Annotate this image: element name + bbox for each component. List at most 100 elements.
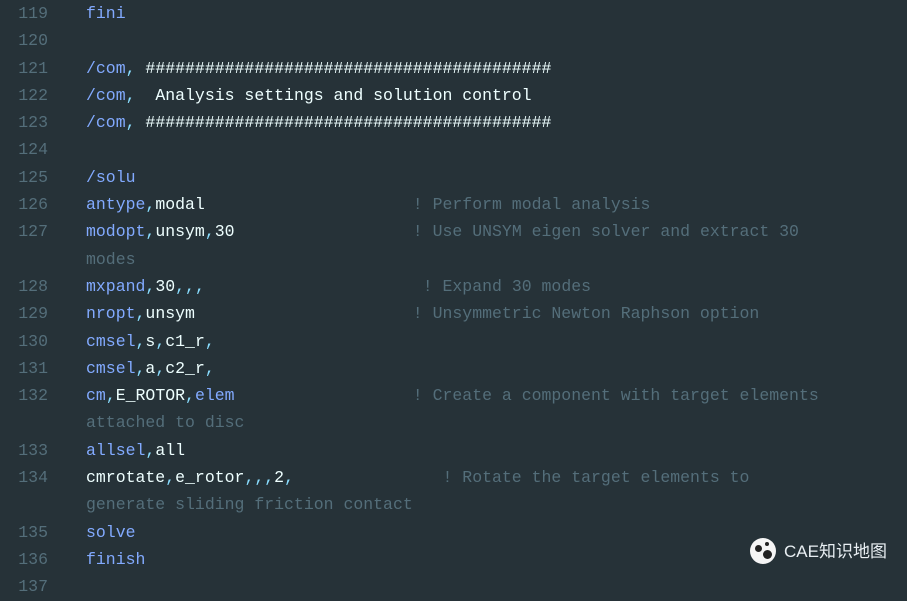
code-line[interactable] xyxy=(86,136,907,163)
line-number: 137 xyxy=(0,573,48,600)
token: finish xyxy=(86,550,145,569)
line-number: 133 xyxy=(0,437,48,464)
line-number: 126 xyxy=(0,191,48,218)
token: unsym xyxy=(145,304,195,323)
token: cmsel xyxy=(86,332,136,351)
code-line[interactable]: modes xyxy=(86,246,907,273)
code-line[interactable]: generate sliding friction contact xyxy=(86,491,907,518)
token: generate sliding friction contact xyxy=(86,495,413,514)
token xyxy=(235,386,413,405)
token: , xyxy=(126,59,136,78)
token: /com xyxy=(86,113,126,132)
code-line[interactable]: fini xyxy=(86,0,907,27)
token: E_ROTOR xyxy=(116,386,185,405)
line-number: 123 xyxy=(0,109,48,136)
line-number: 128 xyxy=(0,273,48,300)
code-line[interactable]: nropt,unsym ! Unsymmetric Newton Raphson… xyxy=(86,300,907,327)
token: 30 xyxy=(155,277,175,296)
line-number: 125 xyxy=(0,164,48,191)
line-number: 122 xyxy=(0,82,48,109)
code-line[interactable]: /solu xyxy=(86,164,907,191)
token: modopt xyxy=(86,222,145,241)
line-number: 124 xyxy=(0,136,48,163)
token: ! Perform modal analysis xyxy=(413,195,651,214)
token: , xyxy=(136,332,146,351)
token: , xyxy=(106,386,116,405)
token: , xyxy=(145,195,155,214)
token xyxy=(205,277,423,296)
token: 2 xyxy=(274,468,284,487)
token: a xyxy=(145,359,155,378)
code-line[interactable]: /com, ##################################… xyxy=(86,55,907,82)
token: , xyxy=(205,222,215,241)
token: ########################################… xyxy=(136,59,552,78)
token: , xyxy=(145,441,155,460)
token: all xyxy=(155,441,185,460)
token: cmrotate xyxy=(86,468,165,487)
line-number: 134 xyxy=(0,464,48,491)
code-line[interactable]: allsel,all xyxy=(86,437,907,464)
code-line[interactable]: modopt,unsym,30 ! Use UNSYM eigen solver… xyxy=(86,218,907,245)
token: 30 xyxy=(215,222,235,241)
token: cmsel xyxy=(86,359,136,378)
token xyxy=(294,468,443,487)
line-number xyxy=(0,409,48,436)
token: , xyxy=(155,359,165,378)
token: , xyxy=(165,468,175,487)
token: , xyxy=(284,468,294,487)
line-number: 127 xyxy=(0,218,48,245)
code-line[interactable]: /com, Analysis settings and solution con… xyxy=(86,82,907,109)
code-line[interactable]: cm,E_ROTOR,elem ! Create a component wit… xyxy=(86,382,907,409)
token: s xyxy=(145,332,155,351)
code-line[interactable]: mxpand,30,,, ! Expand 30 modes xyxy=(86,273,907,300)
line-number: 135 xyxy=(0,519,48,546)
line-number: 130 xyxy=(0,328,48,355)
token: ! Unsymmetric Newton Raphson option xyxy=(413,304,760,323)
token: fini xyxy=(86,4,126,23)
token: ! Use UNSYM eigen solver and extract 30 xyxy=(413,222,809,241)
token: mxpand xyxy=(86,277,145,296)
line-number: 120 xyxy=(0,27,48,54)
token: , xyxy=(185,386,195,405)
token: , xyxy=(136,359,146,378)
code-line[interactable]: attached to disc xyxy=(86,409,907,436)
token: solve xyxy=(86,523,136,542)
token: , xyxy=(126,86,136,105)
token xyxy=(205,195,413,214)
code-line[interactable] xyxy=(86,27,907,54)
watermark-text: CAE知识地图 xyxy=(784,538,887,565)
token: , xyxy=(205,332,215,351)
token: /com xyxy=(86,86,126,105)
code-editor[interactable]: 1191201211221231241251261271281291301311… xyxy=(0,0,907,593)
code-line[interactable]: cmsel,s,c1_r, xyxy=(86,328,907,355)
token: c2_r xyxy=(165,359,205,378)
watermark: CAE知识地图 xyxy=(750,538,887,565)
token: ! Create a component with target element… xyxy=(413,386,829,405)
token: , xyxy=(205,359,215,378)
token: ,,, xyxy=(175,277,205,296)
token: modal xyxy=(155,195,205,214)
code-line[interactable]: cmsel,a,c2_r, xyxy=(86,355,907,382)
line-number: 121 xyxy=(0,55,48,82)
code-line[interactable]: cmrotate,e_rotor,,,2, ! Rotate the targe… xyxy=(86,464,907,491)
token: , xyxy=(145,222,155,241)
line-number-gutter: 1191201211221231241251261271281291301311… xyxy=(0,0,62,593)
code-line[interactable]: antype,modal ! Perform modal analysis xyxy=(86,191,907,218)
token: e_rotor xyxy=(175,468,244,487)
code-line[interactable] xyxy=(86,573,907,600)
line-number: 132 xyxy=(0,382,48,409)
token: nropt xyxy=(86,304,136,323)
token: c1_r xyxy=(165,332,205,351)
token: unsym xyxy=(155,222,205,241)
line-number: 129 xyxy=(0,300,48,327)
token: modes xyxy=(86,250,136,269)
token: antype xyxy=(86,195,145,214)
token: , xyxy=(126,113,136,132)
token: attached to disc xyxy=(86,413,244,432)
token: ! Expand 30 modes xyxy=(423,277,591,296)
token: /com xyxy=(86,59,126,78)
code-line[interactable]: /com, ##################################… xyxy=(86,109,907,136)
token: /solu xyxy=(86,168,136,187)
code-area[interactable]: fini/com, ##############################… xyxy=(62,0,907,593)
token xyxy=(235,222,413,241)
